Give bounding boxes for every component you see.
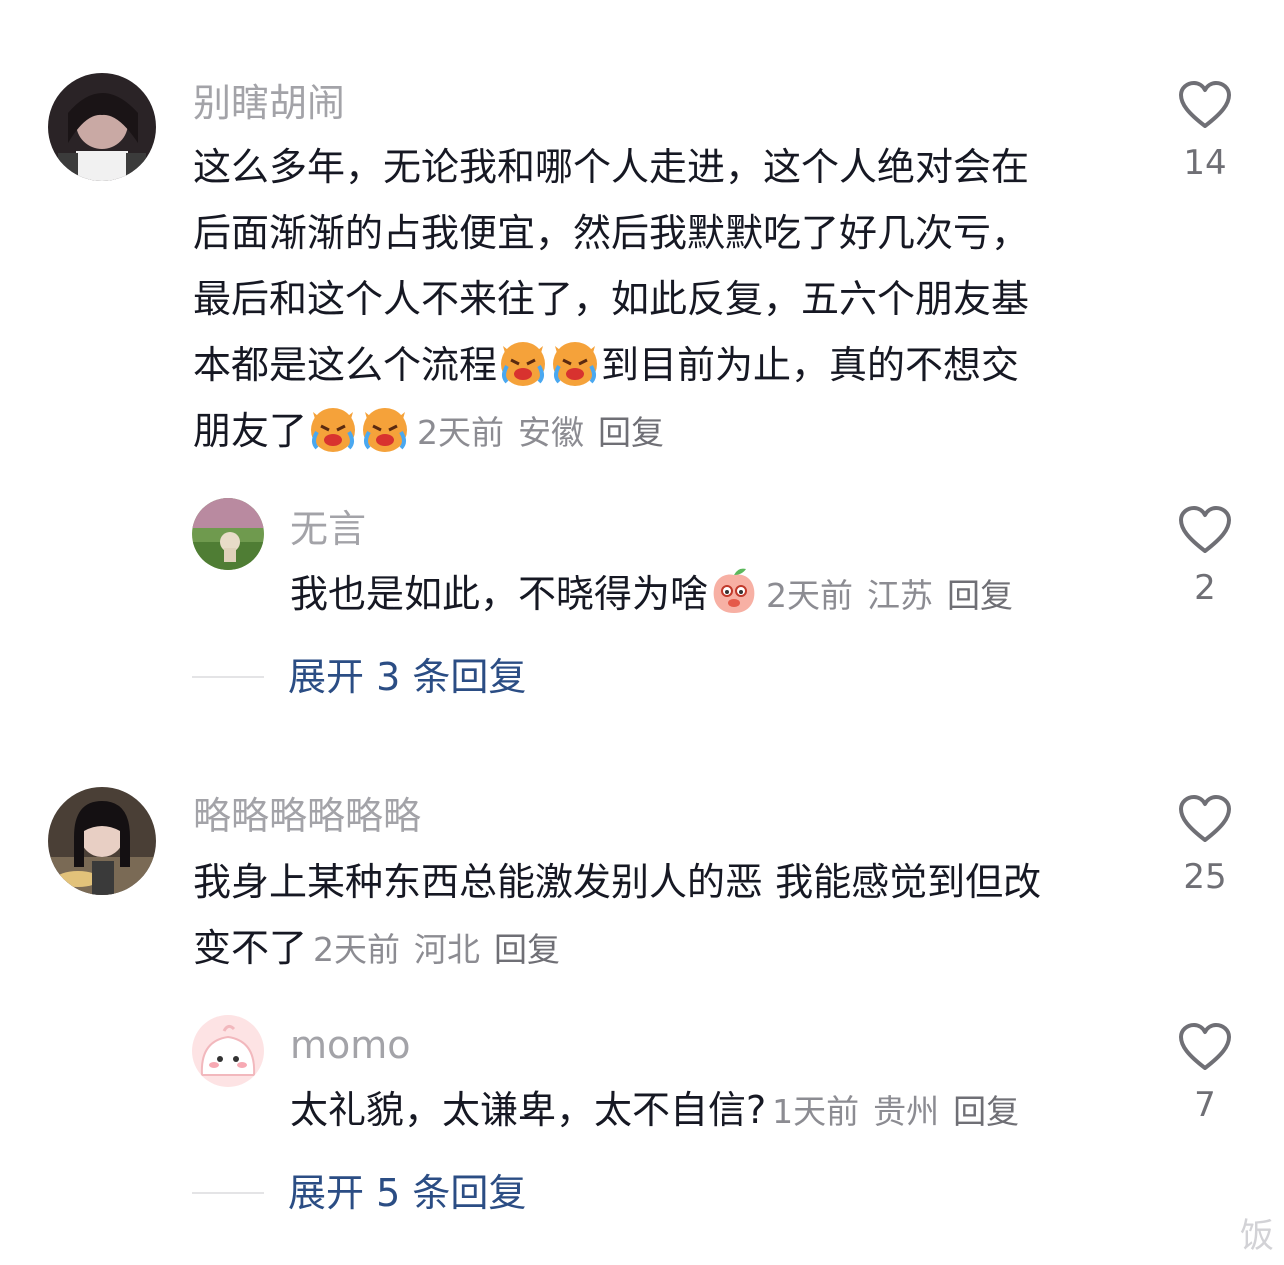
- comment-text-line: 我身上某种东西总能激发别人的恶 我能感觉到但改: [193, 860, 1042, 904]
- comment-text-line: 这么多年，无论我和哪个人走进，这个人绝对会在: [193, 145, 1030, 189]
- comment-text-segment: 到目前为止，真的不想交: [601, 343, 1020, 387]
- comment-text-segment: 朋友了: [193, 409, 308, 453]
- reply-meta: 2天前 江苏 回复: [766, 576, 1027, 615]
- comment-text-segment: 变不了: [193, 926, 308, 970]
- reply-text: 我也是如此，不晓得为啥 2天前 江苏 回复: [290, 561, 1150, 629]
- like-button[interactable]: 14: [1165, 80, 1245, 180]
- comment-text-line: 本都是这么个流程 到目前为止，真的不想交: [193, 332, 1133, 398]
- crying-cat-emoji: [501, 342, 546, 386]
- reply-avatar[interactable]: [192, 498, 264, 570]
- comment-text: 我身上某种东西总能激发别人的恶 我能感觉到但改 变不了 2天前 河北 回复: [193, 849, 1153, 983]
- avatar-photo: [48, 73, 156, 181]
- like-count: 2: [1194, 568, 1216, 608]
- comment-text-line: 朋友了 2天前 安徽 回复: [193, 398, 1133, 466]
- watermark: 饭: [1240, 1216, 1274, 1256]
- comment-meta: 2天前 安徽 回复: [417, 413, 678, 452]
- reply-like-button[interactable]: 7: [1165, 1022, 1245, 1122]
- reply-text-content: 我也是如此，不晓得为啥: [290, 572, 709, 616]
- reply-avatar[interactable]: [192, 1015, 264, 1087]
- reply-like-button[interactable]: 2: [1165, 505, 1245, 605]
- reply-username[interactable]: momo: [290, 1026, 411, 1064]
- reply-button[interactable]: 回复: [953, 1092, 1019, 1131]
- comment-time: 2天前: [417, 413, 505, 452]
- avatar-photo: [48, 787, 156, 895]
- expand-replies-button[interactable]: 展开 3 条回复: [192, 658, 526, 696]
- like-button[interactable]: 25: [1165, 794, 1245, 894]
- divider: [192, 676, 264, 678]
- crying-cat-emoji: [311, 408, 356, 452]
- heart-outline-icon: [1179, 81, 1231, 128]
- reply-avatar-photo: [192, 498, 264, 570]
- comment-time: 2天前: [313, 930, 401, 969]
- reply-time: 1天前: [772, 1092, 860, 1131]
- reply-text: 太礼貌，太谦卑，太不自信? 1天前 贵州 回复: [290, 1077, 1150, 1145]
- reply-time: 2天前: [766, 576, 854, 615]
- avatar[interactable]: [48, 787, 156, 895]
- reply-location: 江苏: [867, 576, 934, 615]
- like-count: 25: [1183, 857, 1227, 897]
- comment-username[interactable]: 别瞎胡闹: [193, 84, 345, 122]
- comment-location: 河北: [414, 930, 481, 969]
- reply-meta: 1天前 贵州 回复: [772, 1092, 1033, 1131]
- expand-replies-label: 展开 5 条回复: [288, 1171, 527, 1215]
- reply-button[interactable]: 回复: [494, 930, 560, 969]
- crying-cat-emoji: [553, 342, 598, 386]
- comment-text: 这么多年，无论我和哪个人走进，这个人绝对会在 后面渐渐的占我便宜，然后我默默吃了…: [193, 134, 1133, 466]
- like-count: 7: [1194, 1085, 1216, 1125]
- heart-outline-icon: [1179, 1023, 1231, 1070]
- reply-button[interactable]: 回复: [947, 576, 1013, 615]
- comment-text-line: 变不了 2天前 河北 回复: [193, 915, 1153, 983]
- like-count: 14: [1183, 143, 1227, 183]
- reply-location: 贵州: [873, 1092, 940, 1131]
- comment-location: 安徽: [518, 413, 585, 452]
- crying-cat-emoji: [363, 408, 408, 452]
- comment-meta: 2天前 河北 回复: [313, 930, 574, 969]
- reply-username[interactable]: 无言: [290, 510, 366, 548]
- comment-text-line: 后面渐渐的占我便宜，然后我默默吃了好几次亏，: [193, 211, 1030, 255]
- comment-text-segment: 本都是这么个流程: [193, 343, 498, 387]
- heart-outline-icon: [1179, 506, 1231, 553]
- divider: [192, 1192, 264, 1194]
- comment-username[interactable]: 略略略略略略: [193, 797, 421, 835]
- avatar[interactable]: [48, 73, 156, 181]
- reply-avatar-photo: [192, 1015, 264, 1087]
- expand-replies-label: 展开 3 条回复: [288, 655, 527, 699]
- shy-peach-emoji: [713, 568, 755, 613]
- reply-text-content: 太礼貌，太谦卑，太不自信?: [290, 1088, 767, 1132]
- heart-outline-icon: [1179, 795, 1231, 842]
- expand-replies-button[interactable]: 展开 5 条回复: [192, 1174, 526, 1212]
- comment-text-line: 最后和这个人不来往了，如此反复，五六个朋友基: [193, 277, 1030, 321]
- reply-button[interactable]: 回复: [598, 413, 664, 452]
